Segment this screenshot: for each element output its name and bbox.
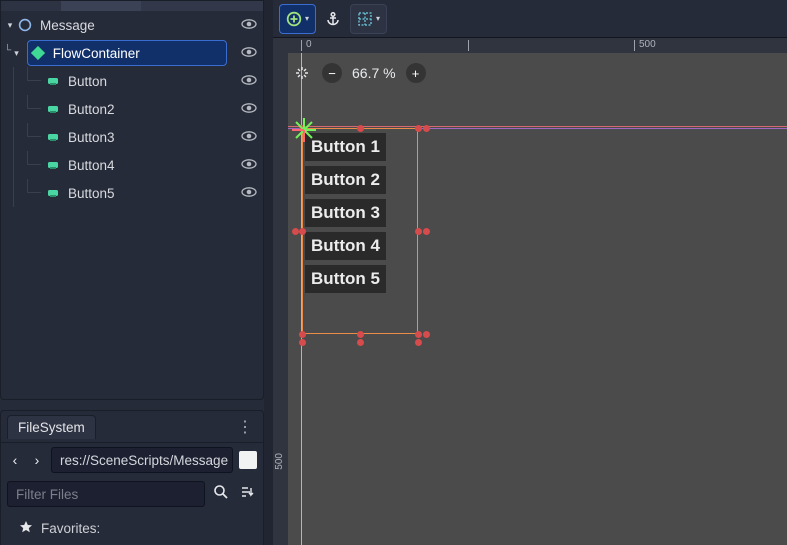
- ruler-label: 500: [274, 453, 285, 470]
- anchor-button[interactable]: [318, 4, 348, 34]
- chevron-down-icon: ▾: [376, 14, 380, 23]
- control-node-icon: [17, 17, 33, 33]
- node-label: Button3: [68, 130, 235, 145]
- ruler-horizontal: 0 500: [273, 38, 787, 53]
- scene-node-flowcontainer[interactable]: └ ▾ FlowContainer: [1, 39, 263, 67]
- button-node-icon: [45, 101, 61, 117]
- zoom-controls: − 66.7 % +: [292, 63, 426, 83]
- search-icon[interactable]: [211, 484, 231, 505]
- visibility-toggle[interactable]: [235, 186, 263, 201]
- caret-icon[interactable]: ▾: [3, 20, 17, 31]
- viewport-toolbar: ▾ ▾: [273, 0, 787, 38]
- visibility-toggle[interactable]: [235, 102, 263, 117]
- panel-menu-icon[interactable]: ⋮: [233, 417, 257, 437]
- nav-back-button[interactable]: ‹: [7, 452, 23, 468]
- scene-node-button2[interactable]: Button2: [1, 95, 263, 123]
- favorites-label: Favorites:: [41, 521, 100, 536]
- sort-icon[interactable]: [237, 484, 257, 505]
- button-node-icon: [45, 185, 61, 201]
- panel-divider[interactable]: [264, 0, 273, 545]
- origin-gizmo: [292, 118, 316, 147]
- button-node-icon: [45, 129, 61, 145]
- favorites-row[interactable]: Favorites:: [1, 511, 263, 545]
- visibility-toggle[interactable]: [235, 46, 263, 61]
- ruler-label: 0: [306, 39, 312, 50]
- grid-snap-button[interactable]: ▾: [350, 4, 387, 34]
- ruler-label: 500: [639, 39, 656, 50]
- scene-node-button3[interactable]: Button3: [1, 123, 263, 151]
- selection-rect[interactable]: [302, 128, 418, 334]
- button-node-icon: [45, 157, 61, 173]
- view-mode-toggle[interactable]: [239, 451, 257, 469]
- visibility-toggle[interactable]: [235, 18, 263, 33]
- star-icon: [19, 520, 33, 537]
- zoom-out-button[interactable]: −: [322, 63, 342, 83]
- node-label: Button4: [68, 158, 235, 173]
- path-field[interactable]: res://SceneScripts/Message: [51, 447, 233, 473]
- zoom-level-label[interactable]: 66.7 %: [352, 65, 396, 81]
- tree-connector: └: [4, 45, 11, 56]
- button-node-icon: [45, 73, 61, 89]
- filter-files-input[interactable]: Filter Files: [7, 481, 205, 507]
- nav-forward-button[interactable]: ›: [29, 452, 45, 468]
- viewport-canvas[interactable]: − 66.7 % +: [288, 53, 787, 545]
- node-label: Message: [40, 18, 235, 33]
- node-label: Button5: [68, 186, 235, 201]
- scene-node-button5[interactable]: Button5: [1, 179, 263, 207]
- flow-container-icon: [30, 45, 46, 61]
- scene-node-button[interactable]: Button: [1, 67, 263, 95]
- scene-tree-tab-stub: [1, 1, 263, 11]
- add-node-button[interactable]: ▾: [279, 4, 316, 34]
- filesystem-panel: FileSystem ⋮ ‹ › res://SceneScripts/Mess…: [0, 410, 264, 545]
- scene-node-button4[interactable]: Button4: [1, 151, 263, 179]
- ruler-vertical: 500: [273, 53, 288, 545]
- filesystem-tab[interactable]: FileSystem: [7, 415, 96, 439]
- zoom-reset-button[interactable]: [292, 63, 312, 83]
- chevron-down-icon: ▾: [305, 14, 309, 23]
- visibility-toggle[interactable]: [235, 130, 263, 145]
- zoom-in-button[interactable]: +: [406, 63, 426, 83]
- node-label: Button2: [68, 102, 235, 117]
- visibility-toggle[interactable]: [235, 74, 263, 89]
- node-label: FlowContainer: [53, 46, 235, 61]
- scene-node-message[interactable]: ▾ Message: [1, 11, 263, 39]
- node-label: Button: [68, 74, 235, 89]
- scene-tree-panel: ▾ Message └ ▾: [0, 0, 264, 400]
- visibility-toggle[interactable]: [235, 158, 263, 173]
